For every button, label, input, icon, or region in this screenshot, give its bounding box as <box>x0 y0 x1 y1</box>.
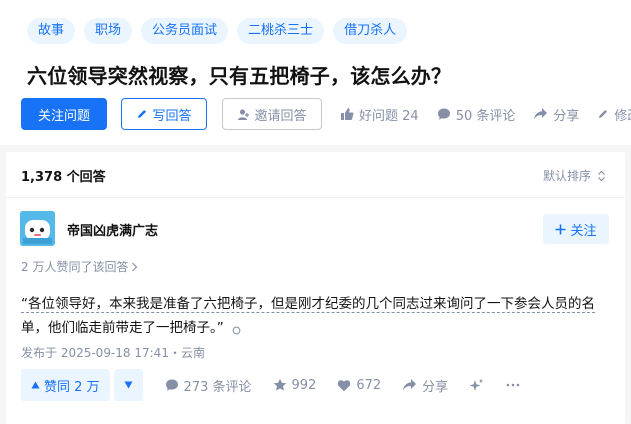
good-question-label: 好问题 24 <box>359 108 419 124</box>
pencil-icon <box>597 108 609 120</box>
write-answer-button[interactable]: 写回答 <box>121 98 207 130</box>
chevron-right-icon <box>131 262 138 272</box>
answer-content-line: “各位领导好，本来我是准备了六把椅子，但是刚才纪委的几个同志过来询问了一下参会人… <box>21 296 595 313</box>
share-icon <box>533 107 548 121</box>
question-comments-button[interactable]: 50 条评论 <box>437 105 516 124</box>
heart-icon <box>337 379 351 392</box>
topic-tag[interactable]: 故事 <box>27 18 76 44</box>
thumb-up-icon <box>340 107 354 121</box>
read-more-circle-icon <box>232 322 241 335</box>
answer-share-button[interactable]: 分享 <box>402 376 448 395</box>
favorite-button[interactable]: 992 <box>273 377 317 393</box>
topic-list: 故事 职场 公务员面试 二桃杀三士 借刀杀人 <box>27 18 408 44</box>
follow-question-button[interactable]: 关注问题 <box>21 98 107 130</box>
topic-tag[interactable]: 职场 <box>84 18 133 44</box>
good-question-button[interactable]: 好问题 24 <box>340 105 419 124</box>
favorite-count: 992 <box>291 377 317 393</box>
share-icon <box>402 378 417 392</box>
author-avatar[interactable] <box>20 211 55 246</box>
like-count: 672 <box>356 377 382 393</box>
answer-content[interactable]: “各位领导好，本来我是准备了六把椅子，但是刚才纪委的几个同志过来询问了一下参会人… <box>21 292 603 340</box>
question-actions: 关注问题 写回答 邀请回答 好问题 24 50 条评论 分享 修 <box>21 98 631 130</box>
invite-answer-label: 邀请回答 <box>254 108 307 124</box>
sort-dropdown[interactable]: 默认排序 <box>543 167 606 184</box>
topic-tag[interactable]: 借刀杀人 <box>333 18 408 44</box>
more-options-button[interactable] <box>506 383 520 387</box>
question-share-button[interactable]: 分享 <box>533 105 579 124</box>
author-name[interactable]: 帝国凶虎满广志 <box>67 220 158 239</box>
follow-author-button[interactable]: 关注 <box>543 214 609 244</box>
answer-list-header: 1,378 个回答 默认排序 <box>6 152 625 198</box>
answer-count: 1,378 个回答 <box>21 170 106 185</box>
pencil-icon <box>136 108 148 120</box>
invite-answer-button[interactable]: 邀请回答 <box>222 98 322 130</box>
answer-share-label: 分享 <box>422 379 449 395</box>
triangle-up-icon <box>31 381 40 389</box>
sort-label: 默认排序 <box>542 169 591 183</box>
question-title: 六位领导突然视察，只有五把椅子，该怎么办？ <box>27 64 452 88</box>
question-header: 故事 职场 公务员面试 二桃杀三士 借刀杀人 六位领导突然视察，只有五把椅子，该… <box>0 0 631 145</box>
answer-content-line: 单，他们临走前带走了一把椅子。” <box>21 320 224 336</box>
answer-comments-button[interactable]: 273 条评论 <box>165 376 252 395</box>
like-button[interactable]: 672 <box>337 378 381 393</box>
comment-icon <box>437 107 451 121</box>
sparkle-icon <box>469 378 484 393</box>
upvote-label: 赞同 2 万 <box>44 379 100 395</box>
topic-tag[interactable]: 二桃杀三士 <box>237 18 325 44</box>
sort-arrows-icon <box>597 170 606 182</box>
plus-icon <box>555 224 566 235</box>
upvote-summary-link[interactable]: 2 万人赞同了该回答 <box>21 258 138 275</box>
downvote-button[interactable] <box>113 369 143 401</box>
publish-info[interactable]: 发布于 2025-09-18 17:41・云南 <box>21 344 205 361</box>
answer-list-card: 1,378 个回答 默认排序 帝国凶虎满广志 关注 2 万人赞同了该回答 “各位… <box>6 152 625 424</box>
ai-sparkle-button[interactable] <box>469 378 484 393</box>
answer-comments-label: 273 条评论 <box>183 379 252 395</box>
answer-actions: 赞同 2 万 273 条评论 992 672 分享 <box>21 369 520 401</box>
invite-user-icon <box>237 108 250 121</box>
comment-icon <box>165 378 179 392</box>
question-share-label: 分享 <box>553 108 580 124</box>
star-icon <box>273 378 287 392</box>
upvote-summary-text: 2 万人赞同了该回答 <box>21 260 129 274</box>
topic-tag[interactable]: 公务员面试 <box>141 18 229 44</box>
edit-question-button[interactable]: 修改 <box>597 105 631 124</box>
write-answer-label: 写回答 <box>152 108 192 124</box>
more-dots-icon <box>506 383 520 387</box>
follow-author-label: 关注 <box>570 223 597 239</box>
edit-question-label: 修改 <box>614 108 631 124</box>
triangle-down-icon <box>124 381 133 389</box>
upvote-button[interactable]: 赞同 2 万 <box>21 369 110 401</box>
question-comments-label: 50 条评论 <box>455 108 516 124</box>
